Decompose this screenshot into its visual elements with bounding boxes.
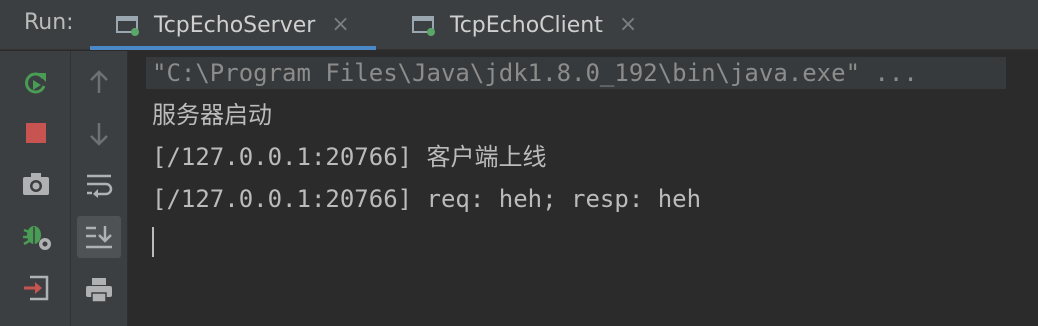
console-running-icon — [412, 15, 436, 36]
print-button[interactable] — [81, 273, 117, 307]
close-icon[interactable]: × — [619, 14, 637, 36]
stop-icon — [26, 123, 46, 143]
rerun-icon — [25, 72, 46, 94]
active-tab-indicator — [90, 46, 376, 50]
run-label: Run: — [24, 10, 74, 35]
tab-tcp-echo-server[interactable]: TcpEchoServer × — [90, 0, 376, 50]
command-line[interactable]: "C:\Program Files\Java\jdk1.8.0_192\bin\… — [146, 57, 1006, 89]
scroll-to-end-icon — [86, 226, 112, 249]
arrow-down-icon — [90, 123, 108, 146]
console-actions-toolbar — [71, 51, 128, 326]
previous-occurrence-button[interactable] — [81, 65, 117, 99]
rerun-button[interactable] — [20, 67, 52, 99]
exit-button[interactable] — [20, 271, 54, 305]
exit-icon — [24, 275, 49, 301]
soft-wrap-icon — [87, 174, 113, 198]
console-running-icon — [116, 15, 140, 36]
run-tool-window: Run: TcpEchoServer × TcpEchoClient × "C:… — [0, 0, 1038, 326]
camera-icon — [23, 173, 49, 195]
console-line: [/127.0.0.1:20766] req: heh; resp: heh — [152, 185, 702, 213]
bug-settings-icon — [23, 226, 51, 250]
tab-tcp-echo-client[interactable]: TcpEchoClient × — [386, 0, 646, 50]
run-tab-bar: Run: TcpEchoServer × TcpEchoClient × — [0, 0, 1038, 50]
next-occurrence-button[interactable] — [81, 117, 117, 151]
tab-label: TcpEchoClient — [450, 12, 603, 38]
console-line: 服务器启动 — [152, 101, 272, 129]
scroll-to-end-button[interactable] — [77, 216, 121, 258]
run-actions-toolbar — [0, 51, 71, 326]
arrow-up-icon — [90, 70, 108, 93]
debug-settings-button[interactable] — [20, 219, 54, 253]
soft-wrap-button[interactable] — [81, 168, 117, 202]
dump-threads-button[interactable] — [20, 168, 52, 200]
console-output[interactable]: "C:\Program Files\Java\jdk1.8.0_192\bin\… — [128, 51, 1038, 326]
console-line: [/127.0.0.1:20766] 客户端上线 — [152, 143, 547, 171]
print-icon — [86, 278, 112, 303]
tab-label: TcpEchoServer — [154, 12, 316, 38]
stop-button[interactable] — [20, 117, 52, 149]
text-caret — [152, 227, 154, 257]
close-icon[interactable]: × — [331, 14, 349, 36]
